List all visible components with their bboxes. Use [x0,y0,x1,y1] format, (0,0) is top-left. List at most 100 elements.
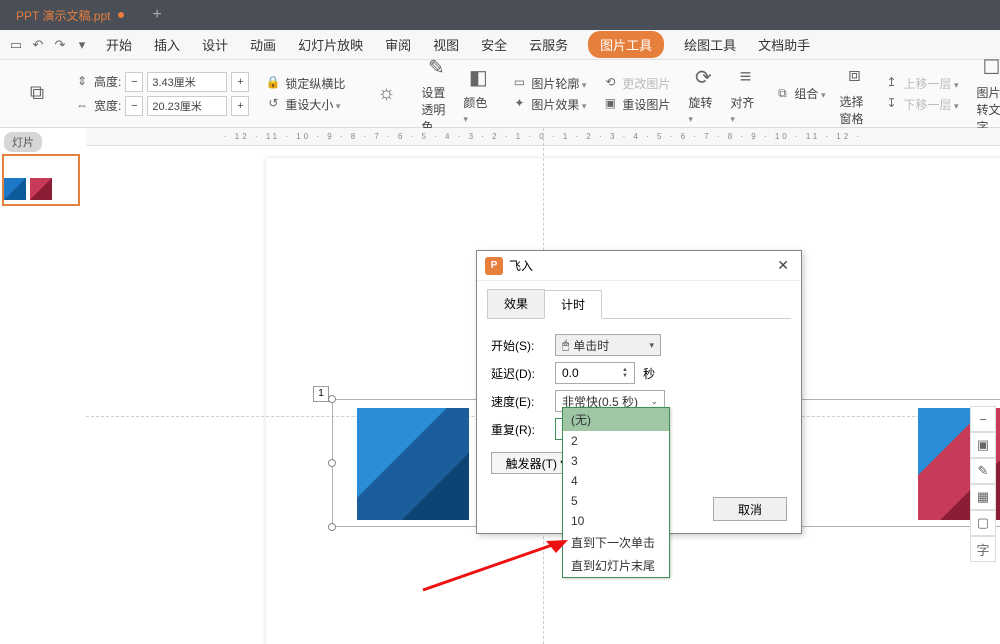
slide-thumbnail[interactable] [2,154,80,206]
repeat-option[interactable]: 直到下一次单击 [563,531,669,554]
modified-dot-icon [118,12,124,18]
ocr-icon: ☐ [977,52,1000,82]
height-decrease-button[interactable]: − [125,72,143,92]
width-label: 宽度: [94,97,121,114]
float-button-0[interactable]: − [970,406,996,432]
quick-access-toolbar: ▭ ↶ ↷ ▾ [8,37,90,53]
document-tab[interactable]: PPT 演示文稿.ppt [0,0,140,30]
repeat-option[interactable]: (无) [563,408,669,431]
picture-effect-button[interactable]: 图片效果 [531,96,586,113]
dialog-tab-1[interactable]: 计时 [544,290,602,319]
thumbnail-panel [0,128,86,644]
align-button[interactable]: ≡对齐 [724,62,766,125]
group-button[interactable]: 组合 [794,85,825,102]
menu-tab-3[interactable]: 动画 [248,31,278,58]
speed-label: 速度(E): [491,393,547,410]
spinner-icon[interactable]: ▲▼ [622,367,628,379]
thumb-shape-1 [4,178,26,200]
menu-tab-4[interactable]: 幻灯片放映 [296,31,365,58]
menu-tabs: 开始插入设计动画幻灯片放映审阅视图安全云服务图片工具绘图工具文档助手 [104,31,812,58]
dialog-tab-0[interactable]: 效果 [487,289,545,318]
change-pic-icon: ⟲ [602,75,618,91]
send-backward-button[interactable]: 下移一层 [903,96,958,113]
repeat-option[interactable]: 直到幻灯片末尾 [563,554,669,577]
mouse-icon: 🖱 [562,338,569,353]
lock-icon[interactable]: 🔒 [265,75,281,91]
height-increase-button[interactable]: + [231,72,249,92]
float-button-3[interactable]: ▦ [970,484,996,510]
delay-label: 延迟(D): [491,365,547,382]
repeat-option[interactable]: 4 [563,471,669,491]
width-decrease-button[interactable]: − [125,96,143,116]
menu-dropdown-icon[interactable]: ▾ [74,37,90,53]
menu-tab-11[interactable]: 文档助手 [756,31,812,58]
picture-1[interactable] [357,408,469,520]
float-button-2[interactable]: ✎ [970,458,996,484]
height-input[interactable]: 3.43厘米 [147,72,227,92]
save-icon[interactable]: ▭ [8,37,24,53]
menu-tab-1[interactable]: 插入 [152,31,182,58]
align-icon: ≡ [730,62,760,92]
ribbon: ⧉ ⇕ 高度: − 3.43厘米 + ⇔ 宽度: − 20.23厘米 + 🔒锁定… [0,60,1000,128]
right-float-toolbar: −▣✎▦▢字 [970,406,996,562]
start-select[interactable]: 🖱单击时 ▾ [555,334,661,356]
picture-outline-button[interactable]: 图片轮廓 [531,75,586,92]
chevron-down-icon: ⌄ [650,396,658,407]
dialog-title: 飞入 [509,257,533,274]
color-button[interactable]: ◧颜色 [457,62,499,125]
lock-aspect-label[interactable]: 锁定纵横比 [285,75,345,92]
change-picture-button[interactable]: 更改图片 [622,75,670,92]
float-button-4[interactable]: ▢ [970,510,996,536]
repeat-label: 重复(R): [491,421,547,438]
effect-icon: ✦ [511,96,527,112]
cancel-button[interactable]: 取消 [713,497,787,521]
menu-tab-8[interactable]: 云服务 [527,31,570,58]
repeat-option[interactable]: 2 [563,431,669,451]
handle-bottom-left[interactable] [328,523,336,531]
reset-pic-icon: ▣ [602,96,618,112]
menu-tab-5[interactable]: 审阅 [383,31,413,58]
outline-icon: ▭ [511,75,527,91]
handle-top-left[interactable] [328,395,336,403]
width-input[interactable]: 20.23厘米 [147,96,227,116]
height-label: 高度: [94,73,121,90]
group-icon: ⧉ [774,86,790,102]
rotate-icon: ⟳ [688,62,718,92]
dialog-title-bar[interactable]: P 飞入 ✕ [477,251,801,281]
crop-icon[interactable]: ⧉ [22,79,52,109]
slide-pane-label: 灯片 [4,132,42,152]
color-icon: ◧ [463,62,493,92]
undo-icon[interactable]: ↶ [30,37,46,53]
float-button-1[interactable]: ▣ [970,432,996,458]
pic-to-text-button[interactable]: ☐图片转文字 [971,52,1000,135]
repeat-option[interactable]: 3 [563,451,669,471]
menu-tab-10[interactable]: 绘图工具 [682,31,738,58]
bring-forward-button[interactable]: 上移一层 [903,75,958,92]
redo-icon[interactable]: ↷ [52,37,68,53]
menu-tab-9[interactable]: 图片工具 [588,31,664,58]
float-button-5[interactable]: 字 [970,536,996,562]
send-backward-icon: ↧ [883,96,899,112]
reset-size-button[interactable]: 重设大小 [285,96,340,113]
rotate-button[interactable]: ⟳旋转 [682,62,724,125]
new-tab-button[interactable]: + [140,6,173,24]
selection-pane-button[interactable]: ⧈选择窗格 [833,61,875,127]
menu-tab-7[interactable]: 安全 [479,31,509,58]
close-icon[interactable]: ✕ [773,257,793,274]
menu-tab-0[interactable]: 开始 [104,31,134,58]
menu-tab-2[interactable]: 设计 [200,31,230,58]
height-icon: ⇕ [74,74,90,90]
app-icon: P [485,257,503,275]
set-transparent-color-button[interactable]: ✎设置透明色 [415,52,457,135]
handle-middle-left[interactable] [328,459,336,467]
brightness-button[interactable]: ☼ [365,79,407,109]
delay-input[interactable]: 0.0 ▲▼ [555,362,635,384]
repeat-option[interactable]: 5 [563,491,669,511]
eyedropper-icon: ✎ [421,52,451,82]
width-increase-button[interactable]: + [231,96,249,116]
repeat-option[interactable]: 10 [563,511,669,531]
reset-picture-button[interactable]: 重设图片 [622,96,670,113]
width-icon: ⇔ [74,98,90,114]
menu-bar: ▭ ↶ ↷ ▾ 开始插入设计动画幻灯片放映审阅视图安全云服务图片工具绘图工具文档… [0,30,1000,60]
reset-size-icon[interactable]: ↺ [265,96,281,112]
